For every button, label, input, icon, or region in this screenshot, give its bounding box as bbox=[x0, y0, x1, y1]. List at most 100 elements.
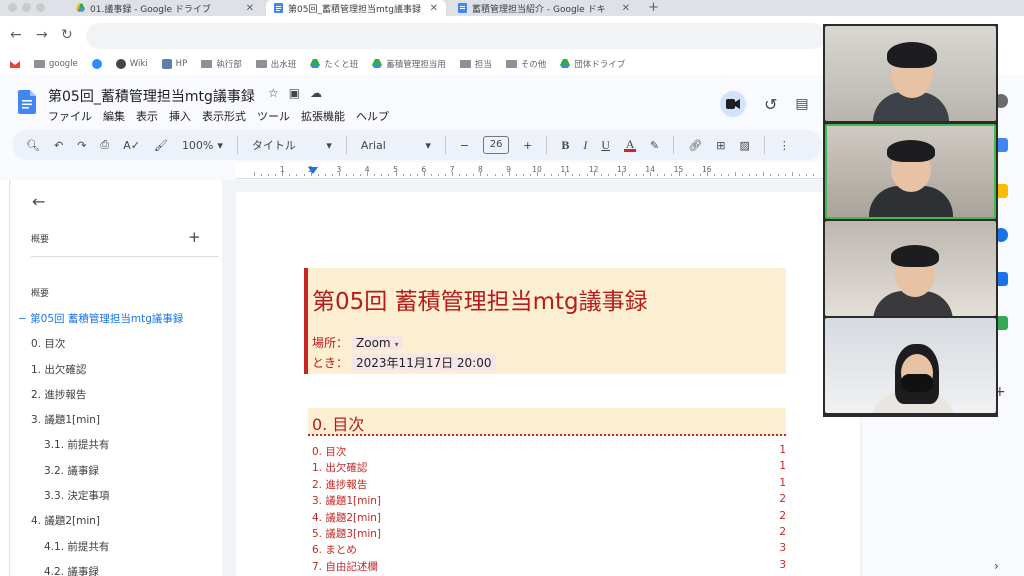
more-options-icon[interactable]: ⋮ bbox=[779, 139, 790, 152]
chevron-right-icon[interactable]: › bbox=[994, 559, 1008, 573]
horizontal-ruler[interactable]: 1 2 3 4 5 6 7 8 9 10 11 12 13 14 15 16 bbox=[236, 163, 824, 179]
undo-icon[interactable]: ↶ bbox=[54, 139, 63, 152]
bookmark-zoom[interactable] bbox=[91, 59, 102, 69]
section-heading[interactable]: 0. 目次 bbox=[312, 411, 364, 435]
toc-entry[interactable]: 7. 自由記述欄 3 bbox=[312, 559, 786, 575]
back-arrow-icon[interactable]: ← bbox=[32, 192, 45, 211]
back-icon[interactable]: ← bbox=[10, 27, 22, 43]
meet-button[interactable] bbox=[720, 91, 746, 117]
font-size-input[interactable]: 26 bbox=[483, 136, 510, 154]
date-chip[interactable]: 2023年11月17日 20:00 bbox=[352, 354, 496, 371]
insert-image-icon[interactable]: ▨ bbox=[739, 139, 749, 152]
paragraph-style-select[interactable]: タイトル ▾ bbox=[252, 137, 332, 153]
menu-extensions[interactable]: 拡張機能 bbox=[301, 108, 345, 124]
participant-video[interactable] bbox=[825, 26, 996, 121]
participant-video[interactable] bbox=[825, 221, 996, 316]
increase-font-size-button[interactable]: + bbox=[523, 139, 532, 152]
paint-format-icon[interactable]: 🖌︎ bbox=[154, 139, 168, 152]
bookmark-wiki[interactable]: Wiki bbox=[115, 59, 148, 69]
address-bar[interactable] bbox=[86, 23, 826, 49]
bookmark-folder[interactable]: その他 bbox=[505, 58, 546, 70]
toc-entry[interactable]: 6. まとめ 3 bbox=[312, 542, 786, 558]
menu-format[interactable]: 表示形式 bbox=[202, 108, 246, 124]
outline-item[interactable]: 0. 目次 bbox=[12, 336, 222, 361]
bold-button[interactable]: B bbox=[561, 138, 569, 153]
outline-item[interactable]: 1. 出欠確認 bbox=[12, 362, 222, 387]
menu-help[interactable]: ヘルプ bbox=[356, 108, 389, 124]
document-title[interactable]: 第05回_蓄積管理担当mtg議事録 bbox=[48, 86, 255, 106]
outline-item[interactable]: 3.3. 決定事項 bbox=[12, 488, 222, 513]
outline-item[interactable]: 4. 議題2[min] bbox=[12, 513, 222, 538]
star-icon[interactable]: ☆ bbox=[268, 86, 279, 100]
style-value: タイトル bbox=[251, 139, 296, 152]
ruler-tick bbox=[515, 174, 517, 176]
tab-doc-active[interactable]: 第05回_蓄積管理担当mtg議事録 ✕ bbox=[266, 0, 446, 16]
new-tab-button[interactable]: + bbox=[648, 0, 659, 16]
outline-item[interactable]: 4.1. 前提共有 bbox=[12, 539, 222, 564]
cloud-status-icon[interactable]: ☁ bbox=[310, 86, 322, 100]
ruler-tick bbox=[268, 174, 270, 176]
toc-entry[interactable]: 5. 議題3[min] 2 bbox=[312, 526, 786, 542]
google-docs-icon bbox=[458, 3, 467, 13]
outline-item[interactable]: 3.1. 前提共有 bbox=[12, 437, 222, 462]
outline-item[interactable]: 3. 議題1[min] bbox=[12, 412, 222, 437]
place-chip[interactable]: Zoom ▾ bbox=[352, 335, 403, 350]
collapse-icon[interactable]: − bbox=[18, 313, 27, 325]
bookmark-folder[interactable]: 担当 bbox=[459, 58, 492, 70]
link-icon[interactable]: 🔗︎ bbox=[688, 139, 702, 152]
bookmark-drive[interactable]: 蓄積管理担当用 bbox=[372, 58, 446, 70]
ruler-tick bbox=[416, 174, 418, 176]
outline-item[interactable]: 3.2. 議事録 bbox=[12, 463, 222, 488]
window-controls[interactable] bbox=[8, 3, 45, 12]
menu-view[interactable]: 表示 bbox=[136, 108, 158, 124]
toc-entry[interactable]: 0. 目次 1 bbox=[312, 444, 786, 460]
menu-file[interactable]: ファイル bbox=[48, 108, 92, 124]
comments-icon[interactable]: ▤ bbox=[795, 96, 808, 112]
menu-edit[interactable]: 編集 bbox=[103, 108, 125, 124]
toc-entry[interactable]: 4. 議題2[min] 2 bbox=[312, 510, 786, 526]
bookmark-folder[interactable]: 出水班 bbox=[255, 58, 296, 70]
text-color-button[interactable]: A bbox=[624, 138, 637, 152]
add-summary-button[interactable]: + bbox=[188, 228, 201, 246]
document-heading[interactable]: 第05回 蓄積管理担当mtg議事録 bbox=[312, 282, 648, 316]
reload-icon[interactable]: ↻ bbox=[61, 27, 73, 43]
bookmark-google[interactable]: google bbox=[34, 59, 78, 69]
zoom-select[interactable]: 100% ▾ bbox=[182, 139, 223, 152]
toc-page: 1 bbox=[779, 476, 786, 489]
outline-item[interactable]: 2. 進捗報告 bbox=[12, 387, 222, 412]
participant-video-active-speaker[interactable] bbox=[825, 124, 996, 219]
spellcheck-icon[interactable]: A✓ bbox=[123, 139, 140, 152]
forward-icon[interactable]: → bbox=[36, 27, 48, 43]
ruler-tick bbox=[749, 174, 751, 176]
tab-drive[interactable]: 01.議事録 - Google ドライブ ✕ bbox=[68, 0, 262, 16]
font-select[interactable]: Arial ▾ bbox=[361, 139, 431, 152]
add-comment-icon[interactable]: ⊞ bbox=[716, 139, 725, 152]
close-icon[interactable]: ✕ bbox=[616, 3, 630, 14]
search-menus-icon[interactable]: 🔍︎ bbox=[26, 139, 40, 152]
move-folder-icon[interactable]: ▣ bbox=[289, 86, 300, 100]
tab-doc-intro[interactable]: 蓄積管理担当紹介 - Google ドキ ✕ bbox=[450, 0, 638, 16]
toc-entry[interactable]: 2. 進捗報告 1 bbox=[312, 477, 786, 493]
decrease-font-size-button[interactable]: − bbox=[460, 139, 469, 152]
print-icon[interactable]: ⎙ bbox=[100, 138, 109, 152]
italic-button[interactable]: I bbox=[583, 138, 587, 153]
participant-video[interactable] bbox=[825, 318, 996, 413]
close-icon[interactable]: ✕ bbox=[424, 3, 438, 14]
google-docs-logo-icon[interactable] bbox=[18, 90, 36, 114]
bookmark-drive[interactable]: たくと班 bbox=[310, 58, 358, 70]
menu-insert[interactable]: 挿入 bbox=[169, 108, 191, 124]
close-icon[interactable]: ✕ bbox=[240, 3, 254, 14]
outline-item[interactable]: − 第05回 蓄積管理担当mtg議事録 bbox=[12, 311, 222, 336]
bookmark-hp[interactable]: HP bbox=[161, 59, 187, 69]
outline-item[interactable]: 4.2. 議事録 bbox=[12, 564, 222, 576]
version-history-icon[interactable]: ↺ bbox=[764, 95, 777, 114]
redo-icon[interactable]: ↷ bbox=[77, 139, 86, 152]
underline-button[interactable]: U bbox=[601, 138, 610, 153]
bookmark-gmail[interactable] bbox=[10, 59, 20, 69]
highlight-icon[interactable]: ✎ bbox=[650, 139, 659, 152]
bookmark-folder[interactable]: 執行部 bbox=[201, 58, 242, 70]
toc-entry[interactable]: 1. 出欠確認 1 bbox=[312, 460, 786, 476]
bookmark-drive[interactable]: 団体ドライブ bbox=[560, 58, 625, 70]
menu-tools[interactable]: ツール bbox=[257, 108, 290, 124]
toc-entry[interactable]: 3. 議題1[min] 2 bbox=[312, 493, 786, 509]
